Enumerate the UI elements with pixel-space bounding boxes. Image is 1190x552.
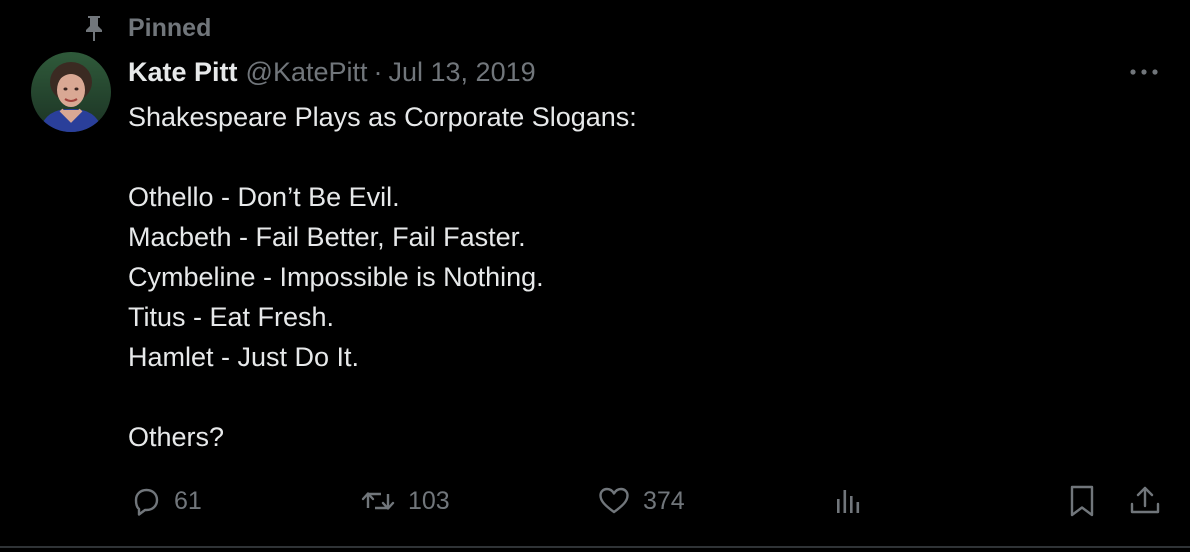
- tweet-text-line: Others?: [128, 422, 225, 452]
- bookmark-button[interactable]: [1068, 478, 1096, 524]
- tweet-text: Shakespeare Plays as Corporate Slogans: …: [128, 97, 1128, 457]
- tweet-header: Kate Pitt @KatePitt · Jul 13, 2019: [128, 54, 536, 90]
- share-icon: [1128, 484, 1162, 518]
- pin-icon: [82, 14, 106, 42]
- display-name[interactable]: Kate Pitt: [128, 57, 238, 88]
- tweet-actions: 61 103 374: [0, 478, 1190, 524]
- reply-button[interactable]: 61: [130, 478, 202, 524]
- bookmark-icon: [1068, 484, 1096, 518]
- tweet-text-line: Hamlet - Just Do It.: [128, 342, 360, 372]
- more-options-button[interactable]: [1124, 58, 1164, 86]
- views-button[interactable]: [834, 478, 864, 524]
- tweet-date[interactable]: Jul 13, 2019: [389, 57, 536, 88]
- like-count: 374: [643, 486, 685, 515]
- retweet-icon: [360, 485, 396, 517]
- divider: [0, 546, 1190, 548]
- reply-count: 61: [174, 486, 202, 515]
- tweet-card[interactable]: Pinned Kate Pitt @KatePitt · Jul 13, 201…: [0, 0, 1190, 552]
- pinned-indicator: Pinned: [82, 12, 211, 44]
- tweet-text-line: Macbeth - Fail Better, Fail Faster.: [128, 222, 526, 252]
- analytics-icon: [834, 485, 864, 517]
- like-button[interactable]: 374: [597, 478, 685, 524]
- tweet-text-line: Shakespeare Plays as Corporate Slogans:: [128, 102, 637, 132]
- avatar[interactable]: [31, 52, 111, 132]
- heart-icon: [597, 485, 631, 517]
- tweet-text-line: Othello - Don’t Be Evil.: [128, 182, 400, 212]
- share-button[interactable]: [1128, 478, 1162, 524]
- retweet-button[interactable]: 103: [360, 478, 450, 524]
- more-horizontal-icon: [1128, 63, 1160, 81]
- retweet-count: 103: [408, 486, 450, 515]
- reply-icon: [130, 485, 162, 517]
- pinned-label: Pinned: [128, 13, 212, 42]
- tweet-text-line: Cymbeline - Impossible is Nothing.: [128, 262, 544, 292]
- tweet-text-line: [128, 377, 1128, 417]
- header-separator: ·: [373, 56, 383, 87]
- tweet-text-line: [128, 137, 1128, 177]
- user-handle[interactable]: @KatePitt: [246, 57, 368, 88]
- tweet-text-line: Titus - Eat Fresh.: [128, 302, 335, 332]
